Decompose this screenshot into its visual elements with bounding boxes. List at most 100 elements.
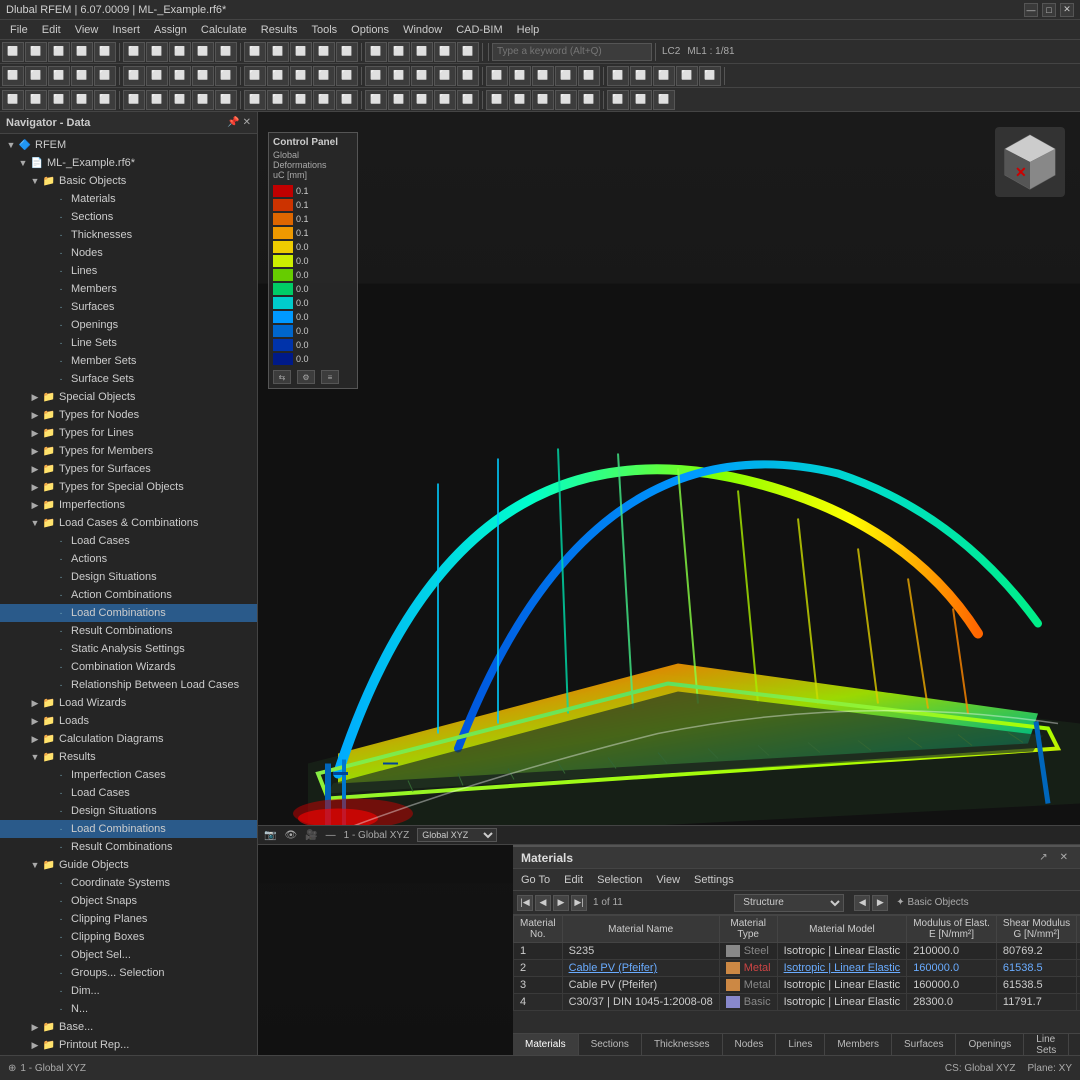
bottom-tab-member-sets[interactable]: Member Sets [1069,1034,1080,1056]
toolbar2-btn-7[interactable]: ⬜ [169,66,191,86]
tree-toggle-imperfection_cases[interactable] [40,768,54,782]
cp-table-btn[interactable]: ≡ [321,370,339,384]
tree-item-object_snaps[interactable]: ·Object Snaps [0,892,257,910]
toolbar2-btn-23[interactable]: ⬜ [555,66,577,86]
mat-menu-edit[interactable]: Edit [560,874,587,886]
toolbar1-btn-2[interactable]: ⬜ [48,42,70,62]
tree-toggle-combination_wizards[interactable] [40,660,54,674]
mat-menu-view[interactable]: View [652,874,684,886]
bottom-tab-line-sets[interactable]: Line Sets [1024,1034,1069,1056]
tree-toggle-object_snaps[interactable] [40,894,54,908]
menu-item-help[interactable]: Help [511,23,546,37]
tree-toggle-load_cases[interactable] [40,534,54,548]
toolbar3-btn-25[interactable]: ⬜ [607,90,629,110]
tree-toggle-thicknesses[interactable] [40,228,54,242]
toolbar1-btn-4[interactable]: ⬜ [94,42,116,62]
tree-item-line_sets[interactable]: ·Line Sets [0,334,257,352]
bottom-tab-surfaces[interactable]: Surfaces [892,1034,956,1056]
menu-item-results[interactable]: Results [255,23,304,37]
tree-item-result_combinations[interactable]: ·Result Combinations [0,622,257,640]
vp-view-select[interactable]: Global XYZ [417,828,497,842]
tree-toggle-sections[interactable] [40,210,54,224]
mat-close-btn[interactable]: ✕ [1056,852,1072,863]
toolbar3-btn-19[interactable]: ⬜ [457,90,479,110]
toolbar3-btn-3[interactable]: ⬜ [71,90,93,110]
menu-item-tools[interactable]: Tools [305,23,343,37]
tree-item-results_design_situations[interactable]: ·Design Situations [0,802,257,820]
menu-item-view[interactable]: View [69,23,105,37]
tree-toggle-n_item[interactable] [40,1002,54,1016]
tree-toggle-types_for_members[interactable]: ▶ [28,444,42,458]
toolbar1-btn-15[interactable]: ⬜ [365,42,387,62]
toolbar2-btn-21[interactable]: ⬜ [509,66,531,86]
menu-item-calculate[interactable]: Calculate [195,23,253,37]
toolbar2-btn-13[interactable]: ⬜ [313,66,335,86]
search-input[interactable] [492,43,652,61]
toolbar1-btn-9[interactable]: ⬜ [215,42,237,62]
tree-toggle-result_combinations[interactable] [40,624,54,638]
tree-toggle-dim[interactable] [40,984,54,998]
toolbar3-btn-14[interactable]: ⬜ [336,90,358,110]
tree-toggle-openings[interactable] [40,318,54,332]
tree-item-calc_diagrams[interactable]: ▶📁Calculation Diagrams [0,730,257,748]
toolbar2-btn-10[interactable]: ⬜ [244,66,266,86]
tree-item-action_combinations[interactable]: ·Action Combinations [0,586,257,604]
toolbar1-btn-14[interactable]: ⬜ [336,42,358,62]
tree-item-coord_systems[interactable]: ·Coordinate Systems [0,874,257,892]
tree-toggle-materials[interactable] [40,192,54,206]
navigator-tree[interactable]: ▼🔷RFEM▼📄ML-_Example.rf6*▼📁Basic Objects·… [0,134,257,1055]
tree-item-results_load_cases[interactable]: ·Load Cases [0,784,257,802]
tree-item-imperfection_cases[interactable]: ·Imperfection Cases [0,766,257,784]
tree-item-results_load_combinations[interactable]: ·Load Combinations [0,820,257,838]
toolbar3-btn-6[interactable]: ⬜ [146,90,168,110]
tree-toggle-relationship_between[interactable] [40,678,54,692]
menu-item-edit[interactable]: Edit [36,23,67,37]
toolbar2-btn-9[interactable]: ⬜ [215,66,237,86]
tree-toggle-nodes[interactable] [40,246,54,260]
tree-toggle-ml_example[interactable]: ▼ [16,156,30,170]
tree-toggle-results_load_cases[interactable] [40,786,54,800]
tree-toggle-coord_systems[interactable] [40,876,54,890]
tree-item-sections[interactable]: ·Sections [0,208,257,226]
toolbar3-btn-7[interactable]: ⬜ [169,90,191,110]
tree-toggle-types_for_nodes[interactable]: ▶ [28,408,42,422]
menu-item-insert[interactable]: Insert [106,23,146,37]
tree-toggle-types_for_surfaces[interactable]: ▶ [28,462,42,476]
table-row-4[interactable]: 4C30/37 | DIN 1045-1:2008-08BasicIsotrop… [514,994,1080,1011]
tree-item-loads[interactable]: ▶📁Loads [0,712,257,730]
toolbar1-btn-3[interactable]: ⬜ [71,42,93,62]
tree-toggle-object_sel[interactable] [40,948,54,962]
toolbar3-btn-9[interactable]: ⬜ [215,90,237,110]
tree-toggle-surface_sets[interactable] [40,372,54,386]
tree-toggle-load_cases_combinations[interactable]: ▼ [28,516,42,530]
viewport[interactable]: Control Panel Global DeformationsuC [mm]… [258,112,1080,1055]
toolbar3-btn-16[interactable]: ⬜ [388,90,410,110]
tree-toggle-results_design_situations[interactable] [40,804,54,818]
tree-item-basic_objects[interactable]: ▼📁Basic Objects [0,172,257,190]
table-row-2[interactable]: 2Cable PV (Pfeifer)MetalIsotropic | Line… [514,960,1080,977]
vp-video-icon[interactable]: 🎥 [305,830,317,841]
minimize-btn[interactable]: — [1024,3,1038,17]
tree-toggle-results[interactable]: ▼ [28,750,42,764]
toolbar2-btn-17[interactable]: ⬜ [411,66,433,86]
toolbar2-btn-25[interactable]: ⬜ [607,66,629,86]
toolbar2-btn-15[interactable]: ⬜ [365,66,387,86]
toolbar2-btn-6[interactable]: ⬜ [146,66,168,86]
toolbar3-btn-18[interactable]: ⬜ [434,90,456,110]
tree-item-materials[interactable]: ·Materials [0,190,257,208]
toolbar3-btn-5[interactable]: ⬜ [123,90,145,110]
tree-item-base_bar[interactable]: ▶📁Base... [0,1018,257,1036]
tree-toggle-results_load_combinations[interactable] [40,822,54,836]
toolbar1-btn-12[interactable]: ⬜ [290,42,312,62]
mat-prev-btn[interactable]: ◀ [535,895,551,911]
toolbar3-btn-17[interactable]: ⬜ [411,90,433,110]
tree-toggle-action_combinations[interactable] [40,588,54,602]
mat-menu-settings[interactable]: Settings [690,874,738,886]
toolbar3-btn-2[interactable]: ⬜ [48,90,70,110]
tree-toggle-clipping_planes[interactable] [40,912,54,926]
mat-nav-prev-btn[interactable]: ◀ [854,895,870,911]
toolbar2-btn-8[interactable]: ⬜ [192,66,214,86]
tree-toggle-actions[interactable] [40,552,54,566]
cp-settings-btn[interactable]: ⚙ [297,370,315,384]
mat-menu-selection[interactable]: Selection [593,874,646,886]
